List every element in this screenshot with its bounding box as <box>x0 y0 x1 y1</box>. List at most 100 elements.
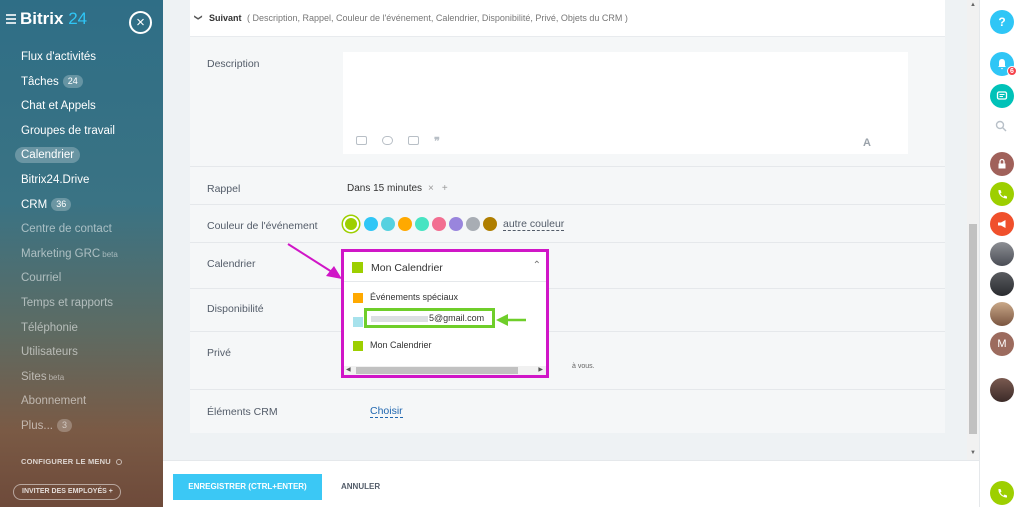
sidebar-item-mail[interactable]: Courriel <box>0 266 163 291</box>
form-footer: ENREGISTRER (CTRL+ENTER) ANNULER <box>163 460 979 507</box>
calendar-label: Calendrier <box>207 258 256 270</box>
sidebar-item-calendar[interactable]: Calendrier <box>0 143 163 168</box>
phone-icon[interactable] <box>990 182 1014 206</box>
sidebar-item-chat[interactable]: Chat et Appels <box>0 94 163 119</box>
editor-toolbar: ❞ <box>356 136 460 148</box>
sidebar-item-tasks[interactable]: Tâches 24 <box>0 70 163 95</box>
reminder-value[interactable]: Dans 15 minutes × + <box>347 183 448 194</box>
calendar-select[interactable]: Mon Calendrier ⌃ <box>344 252 546 282</box>
sidebar-item-users[interactable]: Utilisateurs <box>0 340 163 365</box>
other-color-link[interactable]: autre couleur <box>503 218 565 231</box>
sidebar-item-label: Plus... <box>21 419 53 432</box>
option-label: Événements spéciaux <box>370 292 459 302</box>
lock-glyph <box>998 158 1006 169</box>
option-label: 5@gmail.com <box>429 313 485 323</box>
color-swatch[interactable] <box>432 217 446 231</box>
sidebar-item-time-reports[interactable]: Temps et rapports <box>0 291 163 316</box>
sidebar-item-drive[interactable]: Bitrix24.Drive <box>0 168 163 193</box>
color-swatch[interactable] <box>343 216 359 232</box>
settings-dot-icon <box>115 459 122 466</box>
dropdown-horizontal-scrollbar[interactable]: ◀ ▶ <box>344 366 546 375</box>
reminder-label: Rappel <box>207 183 241 195</box>
private-note: à vous. <box>572 363 595 370</box>
calendar-row: Calendrier <box>190 243 945 289</box>
scroll-left-icon[interactable]: ◀ <box>346 366 351 375</box>
user-avatar-initial[interactable]: M <box>990 332 1014 356</box>
counter-badge: 24 <box>62 75 83 89</box>
sidebar-item-label: Courriel <box>21 272 62 285</box>
scroll-thumb[interactable] <box>356 367 518 374</box>
sidebar-item-subscription[interactable]: Abonnement <box>0 389 163 414</box>
sidebar-item-sites[interactable]: Sites beta <box>0 365 163 390</box>
main-vertical-scrollbar[interactable]: ▲ ▼ <box>967 0 979 460</box>
form-fields: Description ❞ A Rappel Dans 15 minutes × +… <box>190 37 945 433</box>
configure-menu-link[interactable]: CONFIGURER LE MENU <box>21 457 122 466</box>
logo[interactable]: Bitrix 24 <box>20 9 87 29</box>
menu-icon[interactable] <box>6 14 16 24</box>
help-icon[interactable]: ? <box>990 10 1014 34</box>
sidebar-menu: Flux d'activités Tâches 24 Chat et Appels… <box>0 45 163 439</box>
quote-icon[interactable]: ❞ <box>434 137 445 148</box>
description-label: Description <box>207 58 260 70</box>
user-avatar[interactable] <box>990 242 1014 266</box>
chat-glyph <box>996 91 1008 100</box>
scroll-thumb[interactable] <box>969 224 977 434</box>
description-row: Description ❞ A <box>190 37 945 167</box>
color-swatch[interactable] <box>381 217 395 231</box>
megaphone-icon[interactable] <box>990 212 1014 236</box>
chat-icon[interactable] <box>990 84 1014 108</box>
sidebar-item-telephony[interactable]: Téléphonie <box>0 316 163 341</box>
sidebar-item-activity-stream[interactable]: Flux d'activités <box>0 45 163 70</box>
description-editor[interactable]: ❞ A <box>343 52 908 154</box>
invite-employees-button[interactable]: INVITER DES EMPLOYÉS + <box>13 484 121 500</box>
calendar-dropdown[interactable]: Mon Calendrier ⌃ Événements spéciaux 5@g… <box>341 249 549 378</box>
link-icon[interactable] <box>382 136 393 145</box>
save-button[interactable]: ENREGISTRER (CTRL+ENTER) <box>173 474 322 500</box>
color-swatch[interactable] <box>364 217 378 231</box>
color-swatch[interactable] <box>483 217 497 231</box>
color-swatch[interactable] <box>398 217 412 231</box>
sidebar-item-marketing[interactable]: Marketing GRC beta <box>0 242 163 267</box>
text-format-icon[interactable]: A <box>863 137 871 149</box>
calendar-option-special-events[interactable]: Événements spéciaux <box>353 292 458 303</box>
phone-glyph <box>998 190 1007 199</box>
image-icon[interactable] <box>356 136 367 145</box>
left-sidebar: Bitrix 24 × Flux d'activités Tâches 24 Ch… <box>0 0 163 507</box>
configure-menu-label: CONFIGURER LE MENU <box>21 457 111 466</box>
more-fields-row[interactable]: ❯ Suivant ( Description, Rappel, Couleur… <box>190 0 945 37</box>
sidebar-item-workgroups[interactable]: Groupes de travail <box>0 119 163 144</box>
video-icon[interactable] <box>408 136 419 145</box>
sidebar-item-crm[interactable]: CRM 36 <box>0 193 163 218</box>
sidebar-item-more[interactable]: Plus... 3 <box>0 414 163 439</box>
main-panel: ❯ Suivant ( Description, Rappel, Couleur… <box>163 0 967 460</box>
calendar-option-my-calendar[interactable]: Mon Calendrier <box>353 340 432 351</box>
sidebar-item-label: Sites <box>21 370 47 383</box>
close-icon[interactable]: × <box>129 11 152 34</box>
add-reminder-icon[interactable]: + <box>442 183 448 194</box>
call-icon[interactable] <box>990 481 1014 505</box>
calendar-option-gmail[interactable]: 5@gmail.com <box>364 308 495 328</box>
color-swatch[interactable] <box>449 217 463 231</box>
calendar-color-swatch <box>352 262 363 273</box>
user-avatar[interactable] <box>990 302 1014 326</box>
sidebar-item-contact-center[interactable]: Centre de contact <box>0 217 163 242</box>
crm-label: Éléments CRM <box>207 406 278 418</box>
scroll-right-icon[interactable]: ▶ <box>538 366 543 375</box>
user-avatar[interactable] <box>990 378 1014 402</box>
remove-reminder-icon[interactable]: × <box>428 183 434 194</box>
scroll-up-icon[interactable]: ▲ <box>970 2 976 8</box>
color-swatch[interactable] <box>466 217 480 231</box>
scroll-down-icon[interactable]: ▼ <box>970 450 976 456</box>
search-icon[interactable] <box>995 120 1007 135</box>
sidebar-item-label: Chat et Appels <box>21 100 96 113</box>
sidebar-item-label: CRM <box>21 198 48 211</box>
crm-choose-link[interactable]: Choisir <box>370 405 403 418</box>
sidebar-item-label: Groupes de travail <box>21 124 115 137</box>
calendar-color-swatch <box>353 340 363 351</box>
cancel-button[interactable]: ANNULER <box>341 474 380 500</box>
lock-icon[interactable] <box>990 152 1014 176</box>
color-swatch[interactable] <box>415 217 429 231</box>
bell-icon[interactable]: 6 <box>990 52 1017 76</box>
user-avatar[interactable] <box>990 272 1014 296</box>
more-fields-list: ( Description, Rappel, Couleur de l'évén… <box>247 13 628 23</box>
